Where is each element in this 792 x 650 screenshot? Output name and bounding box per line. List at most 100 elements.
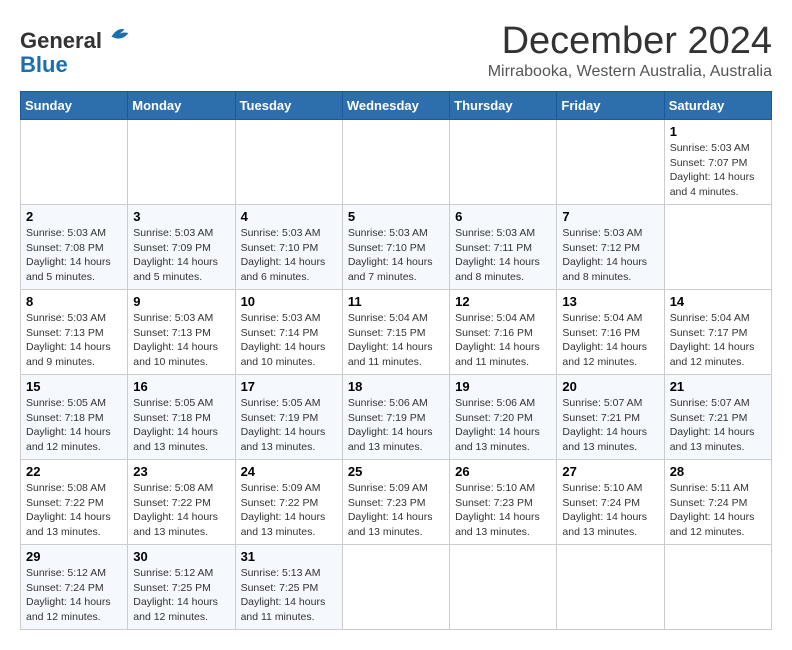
calendar-cell: 14Sunrise: 5:04 AMSunset: 7:17 PMDayligh… [664, 290, 771, 375]
day-number: 14 [670, 294, 766, 309]
calendar-week-1: 1 Sunrise: 5:03 AMSunset: 7:07 PMDaylight… [21, 120, 772, 205]
day-info: Sunrise: 5:03 AMSunset: 7:09 PMDaylight:… [133, 226, 229, 285]
day-info: Sunrise: 5:06 AMSunset: 7:19 PMDaylight:… [348, 396, 444, 455]
day-info: Sunrise: 5:09 AMSunset: 7:23 PMDaylight:… [348, 481, 444, 540]
calendar-cell: 12Sunrise: 5:04 AMSunset: 7:16 PMDayligh… [450, 290, 557, 375]
day-number: 4 [241, 209, 337, 224]
calendar-cell: 24 Sunrise: 5:09 AMSunset: 7:22 PMDayligh… [235, 460, 342, 545]
day-info: Sunrise: 5:04 AMSunset: 7:15 PMDaylight:… [348, 311, 444, 370]
calendar-cell [664, 545, 771, 630]
day-number: 24 [241, 464, 337, 479]
logo-general: General [20, 28, 102, 53]
calendar-cell [557, 545, 664, 630]
weekday-header-row: SundayMondayTuesdayWednesdayThursdayFrid… [21, 92, 772, 120]
calendar-table: SundayMondayTuesdayWednesdayThursdayFrid… [20, 91, 772, 630]
calendar-cell: 3Sunrise: 5:03 AMSunset: 7:09 PMDaylight… [128, 205, 235, 290]
day-number: 9 [133, 294, 229, 309]
calendar-cell [128, 120, 235, 205]
day-info: Sunrise: 5:12 AMSunset: 7:25 PMDaylight:… [133, 566, 229, 625]
location-subtitle: Mirrabooka, Western Australia, Australia [488, 63, 772, 81]
calendar-cell: 7 Sunrise: 5:03 AMSunset: 7:12 PMDaylight… [557, 205, 664, 290]
calendar-cell: 20 Sunrise: 5:07 AMSunset: 7:21 PMDayligh… [557, 375, 664, 460]
day-info: Sunrise: 5:03 AMSunset: 7:08 PMDaylight:… [26, 226, 122, 285]
day-info: Sunrise: 5:05 AMSunset: 7:18 PMDaylight:… [133, 396, 229, 455]
day-info: Sunrise: 5:04 AMSunset: 7:16 PMDaylight:… [562, 311, 658, 370]
day-number: 5 [348, 209, 444, 224]
day-number: 17 [241, 379, 337, 394]
day-info: Sunrise: 5:10 AMSunset: 7:23 PMDaylight:… [455, 481, 551, 540]
calendar-week-3: 8 Sunrise: 5:03 AMSunset: 7:13 PMDaylight… [21, 290, 772, 375]
calendar-cell: 1 Sunrise: 5:03 AMSunset: 7:07 PMDaylight… [664, 120, 771, 205]
day-info: Sunrise: 5:10 AMSunset: 7:24 PMDaylight:… [562, 481, 658, 540]
day-number: 30 [133, 549, 229, 564]
calendar-cell: 4 Sunrise: 5:03 AMSunset: 7:10 PMDaylight… [235, 205, 342, 290]
day-info: Sunrise: 5:13 AMSunset: 7:25 PMDaylight:… [241, 566, 337, 625]
calendar-week-2: 2 Sunrise: 5:03 AMSunset: 7:08 PMDaylight… [21, 205, 772, 290]
day-number: 10 [241, 294, 337, 309]
weekday-header-friday: Friday [557, 92, 664, 120]
day-number: 11 [348, 294, 444, 309]
day-number: 26 [455, 464, 551, 479]
calendar-cell: 18 Sunrise: 5:06 AMSunset: 7:19 PMDayligh… [342, 375, 449, 460]
day-info: Sunrise: 5:03 AMSunset: 7:13 PMDaylight:… [26, 311, 122, 370]
calendar-cell: 8 Sunrise: 5:03 AMSunset: 7:13 PMDaylight… [21, 290, 128, 375]
calendar-cell: 28Sunrise: 5:11 AMSunset: 7:24 PMDayligh… [664, 460, 771, 545]
calendar-cell: 26 Sunrise: 5:10 AMSunset: 7:23 PMDayligh… [450, 460, 557, 545]
day-number: 23 [133, 464, 229, 479]
day-number: 12 [455, 294, 551, 309]
day-info: Sunrise: 5:03 AMSunset: 7:10 PMDaylight:… [348, 226, 444, 285]
day-number: 25 [348, 464, 444, 479]
day-info: Sunrise: 5:03 AMSunset: 7:11 PMDaylight:… [455, 226, 551, 285]
day-number: 31 [241, 549, 337, 564]
calendar-cell: 30 Sunrise: 5:12 AMSunset: 7:25 PMDayligh… [128, 545, 235, 630]
day-info: Sunrise: 5:12 AMSunset: 7:24 PMDaylight:… [26, 566, 122, 625]
calendar-cell: 2 Sunrise: 5:03 AMSunset: 7:08 PMDaylight… [21, 205, 128, 290]
calendar-cell [664, 205, 771, 290]
calendar-cell [342, 545, 449, 630]
calendar-week-4: 15 Sunrise: 5:05 AMSunset: 7:18 PMDayligh… [21, 375, 772, 460]
title-block: December 2024 Mirrabooka, Western Austra… [488, 20, 772, 81]
logo: General Blue [20, 20, 132, 77]
page-header: General Blue December 2024 Mirrabooka, W… [20, 20, 772, 81]
weekday-header-saturday: Saturday [664, 92, 771, 120]
day-number: 28 [670, 464, 766, 479]
weekday-header-wednesday: Wednesday [342, 92, 449, 120]
day-info: Sunrise: 5:03 AMSunset: 7:14 PMDaylight:… [241, 311, 337, 370]
calendar-cell: 11 Sunrise: 5:04 AMSunset: 7:15 PMDayligh… [342, 290, 449, 375]
calendar-cell: 6 Sunrise: 5:03 AMSunset: 7:11 PMDaylight… [450, 205, 557, 290]
day-info: Sunrise: 5:03 AMSunset: 7:13 PMDaylight:… [133, 311, 229, 370]
day-number: 8 [26, 294, 122, 309]
day-info: Sunrise: 5:03 AMSunset: 7:07 PMDaylight:… [670, 141, 766, 200]
logo-bird-icon [104, 20, 132, 48]
calendar-cell [235, 120, 342, 205]
day-number: 29 [26, 549, 122, 564]
calendar-cell: 13Sunrise: 5:04 AMSunset: 7:16 PMDayligh… [557, 290, 664, 375]
day-info: Sunrise: 5:09 AMSunset: 7:22 PMDaylight:… [241, 481, 337, 540]
day-info: Sunrise: 5:05 AMSunset: 7:18 PMDaylight:… [26, 396, 122, 455]
day-number: 18 [348, 379, 444, 394]
calendar-week-6: 29 Sunrise: 5:12 AMSunset: 7:24 PMDayligh… [21, 545, 772, 630]
day-number: 2 [26, 209, 122, 224]
day-info: Sunrise: 5:03 AMSunset: 7:12 PMDaylight:… [562, 226, 658, 285]
day-number: 1 [670, 124, 766, 139]
day-number: 20 [562, 379, 658, 394]
day-number: 6 [455, 209, 551, 224]
weekday-header-thursday: Thursday [450, 92, 557, 120]
calendar-body: 1 Sunrise: 5:03 AMSunset: 7:07 PMDaylight… [21, 120, 772, 630]
day-info: Sunrise: 5:08 AMSunset: 7:22 PMDaylight:… [133, 481, 229, 540]
day-number: 15 [26, 379, 122, 394]
day-info: Sunrise: 5:07 AMSunset: 7:21 PMDaylight:… [562, 396, 658, 455]
day-number: 16 [133, 379, 229, 394]
calendar-cell: 19Sunrise: 5:06 AMSunset: 7:20 PMDayligh… [450, 375, 557, 460]
calendar-week-5: 22Sunrise: 5:08 AMSunset: 7:22 PMDayligh… [21, 460, 772, 545]
day-number: 19 [455, 379, 551, 394]
logo-blue: Blue [20, 52, 68, 77]
day-number: 7 [562, 209, 658, 224]
calendar-cell [342, 120, 449, 205]
calendar-cell: 25 Sunrise: 5:09 AMSunset: 7:23 PMDayligh… [342, 460, 449, 545]
day-info: Sunrise: 5:03 AMSunset: 7:10 PMDaylight:… [241, 226, 337, 285]
calendar-cell: 10 Sunrise: 5:03 AMSunset: 7:14 PMDayligh… [235, 290, 342, 375]
calendar-cell: 9 Sunrise: 5:03 AMSunset: 7:13 PMDaylight… [128, 290, 235, 375]
weekday-header-tuesday: Tuesday [235, 92, 342, 120]
calendar-cell: 16 Sunrise: 5:05 AMSunset: 7:18 PMDayligh… [128, 375, 235, 460]
